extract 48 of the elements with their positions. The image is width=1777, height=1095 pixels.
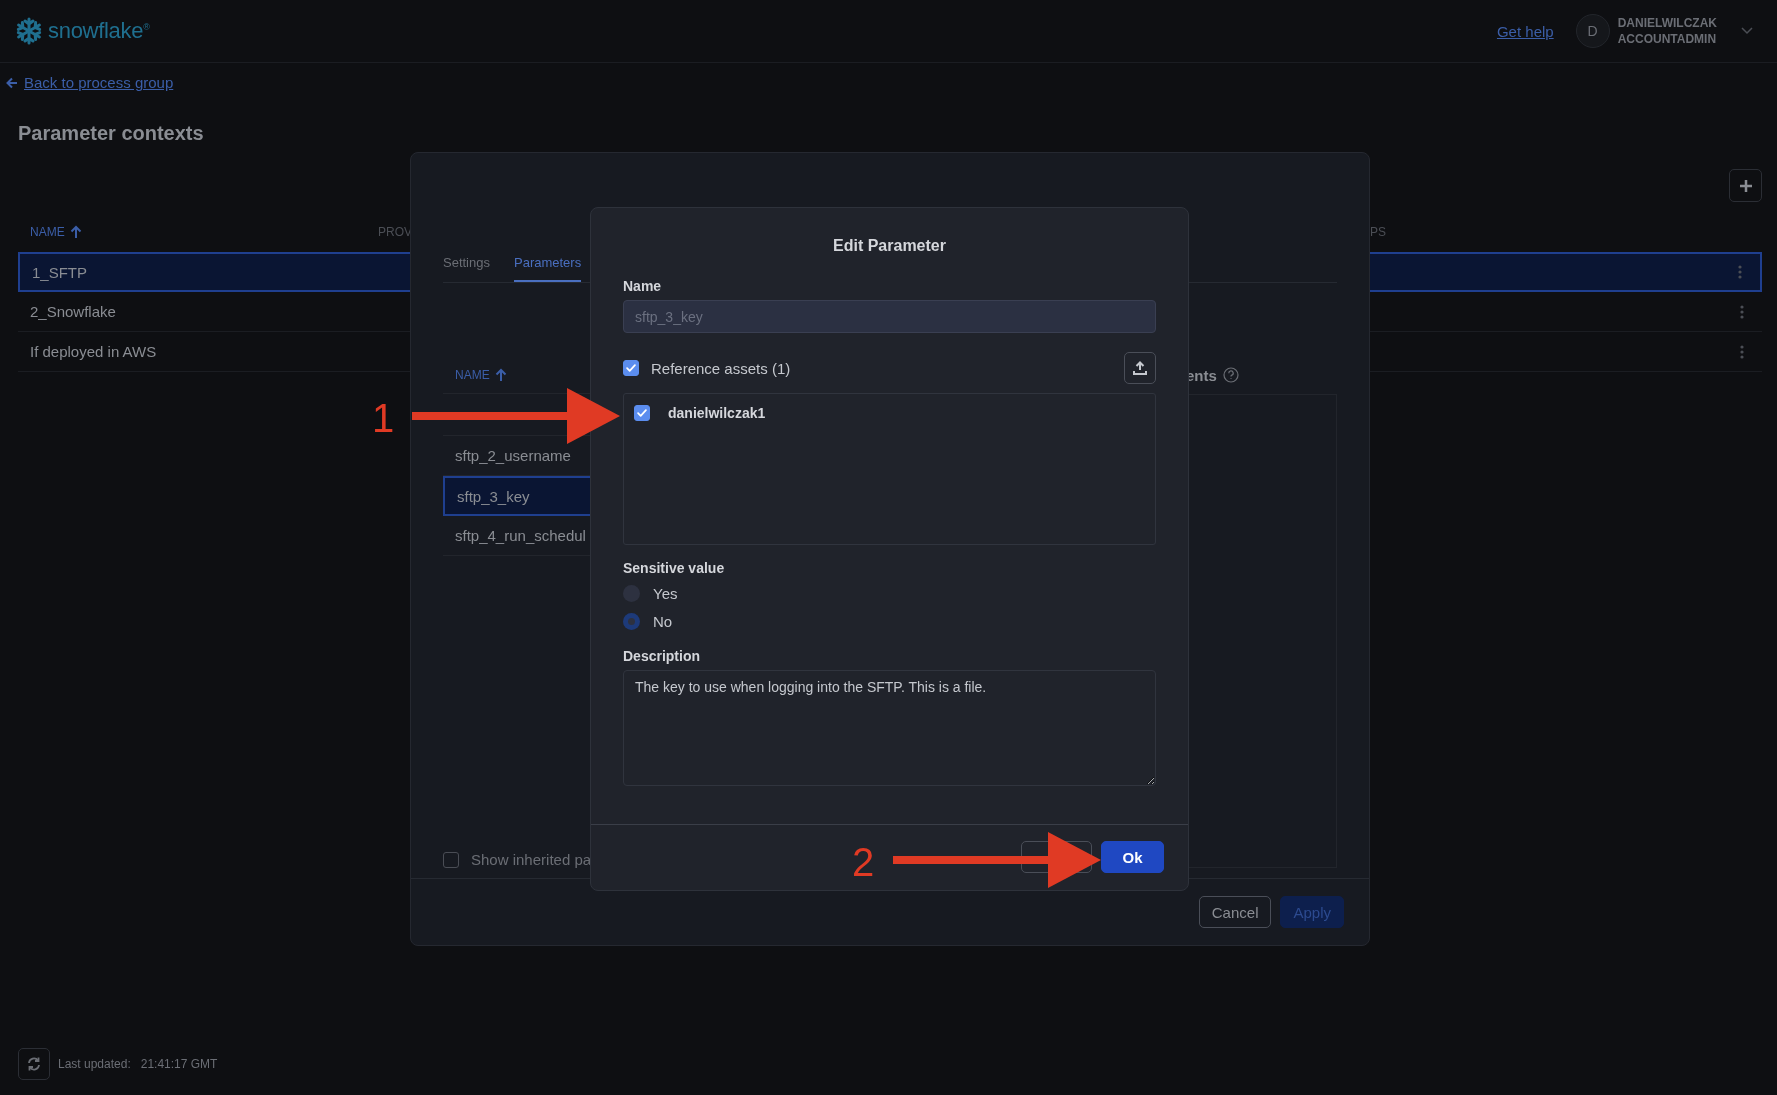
plus-icon bbox=[1738, 178, 1753, 193]
upload-button[interactable] bbox=[1124, 352, 1156, 384]
avatar[interactable]: D bbox=[1575, 14, 1610, 48]
more-options-icon[interactable] bbox=[1738, 265, 1742, 279]
help-link[interactable]: Get help bbox=[1496, 22, 1554, 40]
refresh-button[interactable] bbox=[18, 1048, 50, 1080]
add-button[interactable] bbox=[1729, 169, 1762, 202]
column-header[interactable]: NAME bbox=[455, 367, 490, 382]
table-cell-text: 1_SFTP bbox=[31, 263, 89, 281]
logo-text: snowflake$^{®}$ bbox=[48, 18, 150, 44]
radio-button[interactable] bbox=[623, 613, 640, 630]
step-number: 2 bbox=[852, 842, 875, 882]
step-number: 1 bbox=[372, 398, 395, 438]
table-cell-text: 2_Snowflake bbox=[29, 303, 117, 320]
upload-icon bbox=[1133, 361, 1147, 375]
user-name: DANIELWILCZAK bbox=[1617, 15, 1717, 31]
asset-name: danielwilczak1 bbox=[668, 405, 766, 421]
dialog-title: Edit Parameter bbox=[832, 237, 947, 255]
tab[interactable]: Parameters bbox=[514, 245, 582, 282]
back-arrow-icon bbox=[6, 76, 18, 89]
snowflake-logo-icon bbox=[14, 16, 44, 46]
more-options-icon[interactable] bbox=[1740, 344, 1744, 359]
checkbox[interactable] bbox=[623, 360, 639, 376]
help-icon[interactable] bbox=[1222, 367, 1239, 383]
sort-arrow-icon bbox=[494, 367, 507, 382]
last-updated-label: Last updated: bbox=[58, 1057, 131, 1071]
checkbox[interactable] bbox=[634, 405, 650, 421]
field-label: Sensitive value bbox=[623, 560, 726, 576]
radio-label: Yes bbox=[653, 585, 678, 602]
chevron-down-icon[interactable] bbox=[1741, 27, 1753, 35]
user-role: ACCOUNTADMIN bbox=[1617, 31, 1717, 47]
checkbox-label: Show inherited pa bbox=[471, 851, 592, 868]
radio-label: No bbox=[653, 613, 673, 630]
text-area[interactable]: The key to use when logging into the SFTP. This is a file. bbox=[623, 670, 1156, 786]
field-label: Name bbox=[623, 278, 663, 294]
button[interactable]: Cancel bbox=[1198, 896, 1272, 928]
button[interactable]: Ok bbox=[1101, 841, 1164, 873]
field-label: Description bbox=[623, 648, 701, 664]
checkbox-label: Reference assets (1) bbox=[651, 359, 791, 377]
last-updated-time: 21:41:17 GMT bbox=[140, 1057, 218, 1071]
table-cell-text: If deployed in AWS bbox=[29, 343, 158, 360]
page-title: Parameter contexts bbox=[18, 122, 205, 145]
back-link[interactable]: Back to process group bbox=[24, 74, 174, 91]
tab[interactable]: Settings bbox=[443, 245, 490, 282]
column-header[interactable]: NAME bbox=[30, 225, 65, 239]
refresh-icon bbox=[27, 1057, 41, 1071]
more-options-icon[interactable] bbox=[1740, 304, 1744, 319]
checkbox[interactable] bbox=[443, 851, 459, 868]
